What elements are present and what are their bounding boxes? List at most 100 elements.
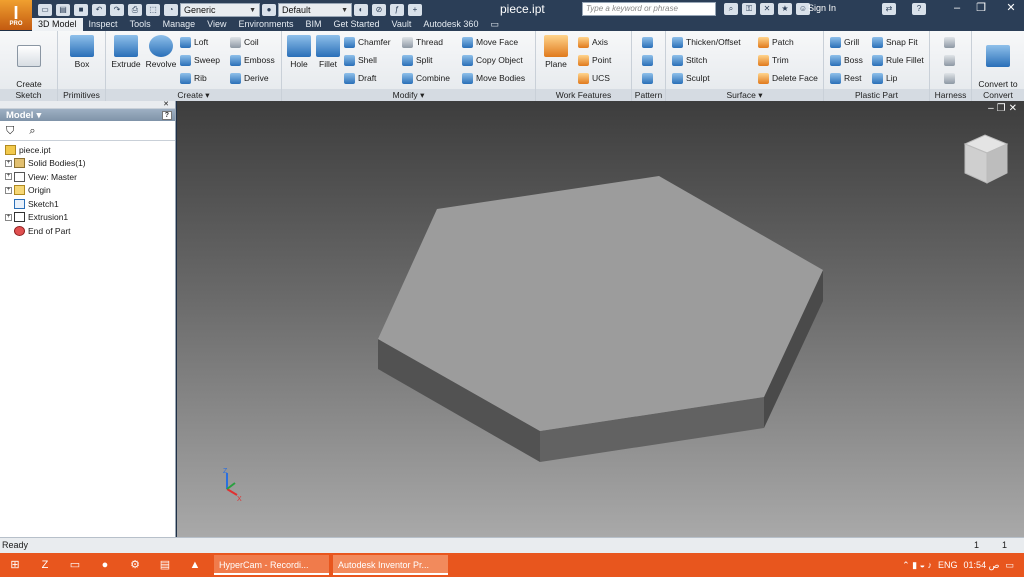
restore-button[interactable]: ❐ — [970, 0, 992, 18]
help-icon[interactable]: ? — [912, 3, 926, 15]
adjust-icon[interactable]: ◐ — [354, 4, 368, 16]
tree-item-extrusion1[interactable]: + Extrusion1 — [5, 211, 175, 225]
browser-help-icon[interactable]: ? — [161, 110, 172, 120]
harness-button-2[interactable] — [944, 53, 958, 67]
rule-fillet-button[interactable]: Rule Fillet — [872, 53, 924, 67]
close-button[interactable]: ✕ — [1000, 0, 1022, 18]
stitch-button[interactable]: Stitch — [672, 53, 707, 67]
thicken-offset-button[interactable]: Thicken/Offset — [672, 35, 741, 49]
derive-button[interactable]: Derive — [230, 71, 269, 85]
shell-button[interactable]: Shell — [344, 53, 377, 67]
print-icon[interactable]: ⎙ — [128, 4, 142, 16]
grill-button[interactable]: Grill — [830, 35, 859, 49]
expand-icon[interactable]: + — [5, 186, 12, 194]
expand-icon[interactable]: + — [5, 173, 12, 181]
extrude-button[interactable]: Extrude — [109, 35, 143, 69]
new-icon[interactable]: ▭ — [38, 4, 52, 16]
hole-button[interactable]: Hole — [285, 35, 313, 69]
box-button[interactable]: Box — [66, 35, 98, 69]
axis-button[interactable]: Axis — [578, 35, 608, 49]
trim-button[interactable]: Trim — [758, 53, 789, 67]
graphics-viewport[interactable]: –❐✕ Z X — [177, 101, 1024, 537]
select-icon[interactable]: ⬚ — [146, 4, 160, 16]
tab-get-started[interactable]: Get Started — [328, 18, 386, 31]
harness-button-3[interactable] — [944, 71, 958, 85]
patch-button[interactable]: Patch — [758, 35, 794, 49]
filezilla-icon[interactable]: Z — [33, 555, 57, 575]
material-icon[interactable]: ◔ — [164, 4, 178, 16]
sign-in-link[interactable]: Sign In — [808, 3, 836, 13]
tab-bim[interactable]: BIM — [300, 18, 328, 31]
key-icon[interactable]: ⚿ — [742, 3, 756, 15]
lip-button[interactable]: Lip — [872, 71, 897, 85]
sweep-button[interactable]: Sweep — [180, 53, 220, 67]
search-input[interactable]: Type a keyword or phrase — [582, 2, 716, 16]
harness-button-1[interactable] — [944, 35, 958, 49]
tree-item-end-of-part[interactable]: End of Part — [5, 224, 175, 238]
start-icon[interactable]: ⊞ — [3, 555, 27, 575]
mirror-button[interactable] — [642, 71, 656, 85]
clear-icon[interactable]: ⊘ — [372, 4, 386, 16]
open-icon[interactable]: ▤ — [56, 4, 70, 16]
boss-button[interactable]: Boss — [830, 53, 863, 67]
x-icon[interactable]: ✕ — [760, 3, 774, 15]
split-button[interactable]: Split — [402, 53, 433, 67]
coil-button[interactable]: Coil — [230, 35, 259, 49]
tab-3d-model[interactable]: 3D Model — [32, 18, 83, 31]
tree-item-solid-bodies[interactable]: + Solid Bodies(1) — [5, 157, 175, 171]
exchange-icon[interactable]: ⇄ — [882, 3, 896, 15]
plus-icon[interactable]: + — [408, 4, 422, 16]
expand-icon[interactable]: + — [5, 159, 12, 167]
tool-icon[interactable]: ⚙ — [123, 555, 147, 575]
loft-button[interactable]: Loft — [180, 35, 208, 49]
undo-icon[interactable]: ↶ — [92, 4, 106, 16]
sculpt-button[interactable]: Sculpt — [672, 71, 710, 85]
revolve-button[interactable]: Revolve — [144, 35, 178, 69]
browser-drag-bar[interactable]: ✕ — [0, 101, 175, 109]
panel-title-modify[interactable]: Modify ▾ — [282, 89, 535, 101]
redo-icon[interactable]: ↷ — [110, 4, 124, 16]
minimize-button[interactable]: – — [946, 0, 968, 18]
move-bodies-button[interactable]: Move Bodies — [462, 71, 525, 85]
material-combo[interactable]: Generic ▼ — [180, 3, 260, 17]
application-menu-button[interactable]: I PRO — [0, 0, 32, 30]
tray-icons[interactable]: ⌃ ▮ ◒ ♪ — [902, 560, 932, 571]
panel-title-surface[interactable]: Surface ▾ — [666, 89, 823, 101]
binoculars-icon[interactable]: ⌕ — [29, 125, 35, 137]
fx-icon[interactable]: ƒ — [390, 4, 404, 16]
expand-icon[interactable]: + — [5, 213, 12, 221]
draft-button[interactable]: Draft — [344, 71, 376, 85]
combine-button[interactable]: Combine — [402, 71, 450, 85]
delete-face-button[interactable]: Delete Face — [758, 71, 818, 85]
appearance-icon[interactable]: ● — [262, 4, 276, 16]
app-icon[interactable]: ▤ — [153, 555, 177, 575]
tab-view[interactable]: View — [201, 18, 232, 31]
view-cube[interactable] — [963, 134, 1009, 184]
emboss-button[interactable]: Emboss — [230, 53, 275, 67]
fillet-button[interactable]: Fillet — [314, 35, 342, 69]
binoculars-icon[interactable]: ⌕ — [724, 3, 738, 15]
tab-autodesk-360[interactable]: Autodesk 360 — [417, 18, 484, 31]
rest-button[interactable]: Rest — [830, 71, 861, 85]
panel-title-create[interactable]: Create ▾ — [106, 89, 281, 101]
tab-manage[interactable]: Manage — [157, 18, 202, 31]
filter-icon[interactable]: ⛉ — [6, 125, 14, 137]
taskbar-hypercam[interactable]: HyperCam - Recordi... — [214, 555, 329, 575]
tree-item-origin[interactable]: + Origin — [5, 184, 175, 198]
taskbar-inventor[interactable]: Autodesk Inventor Pr... — [333, 555, 448, 575]
clock[interactable]: 01:54 ص — [964, 560, 1000, 571]
snap-fit-button[interactable]: Snap Fit — [872, 35, 918, 49]
thread-button[interactable]: Thread — [402, 35, 443, 49]
tab-vault[interactable]: Vault — [386, 18, 418, 31]
vlc-icon[interactable]: ▲ — [183, 555, 207, 575]
copy-object-button[interactable]: Copy Object — [462, 53, 523, 67]
notifications-icon[interactable]: ▭ — [1005, 560, 1014, 571]
tab-environments[interactable]: Environments — [232, 18, 299, 31]
plane-button[interactable]: Plane — [540, 35, 572, 69]
hexagon-part[interactable] — [378, 176, 823, 462]
file-explorer-icon[interactable]: ▭ — [63, 555, 87, 575]
tab-overflow[interactable]: ▭ — [484, 18, 505, 31]
move-face-button[interactable]: Move Face — [462, 35, 518, 49]
rib-button[interactable]: Rib — [180, 71, 207, 85]
rectangular-pattern-button[interactable] — [642, 35, 656, 49]
